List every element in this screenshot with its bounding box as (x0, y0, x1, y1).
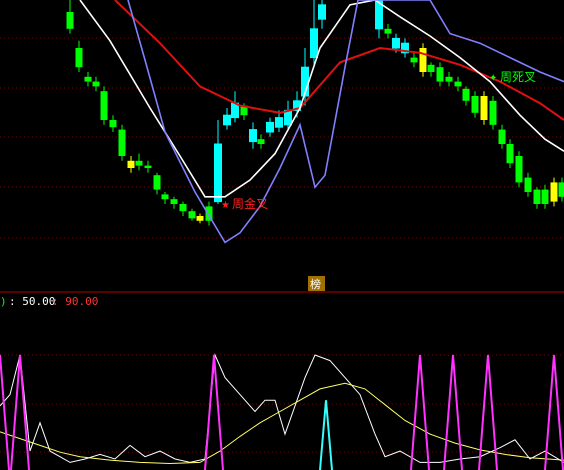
candle-body (462, 88, 470, 101)
candle-42[interactable] (480, 91, 488, 125)
chart-background (0, 0, 564, 470)
stock-chart: 周金叉 ★ 周死叉 ✦ 榜 ) : 50.00 : 90.00 (0, 0, 564, 470)
candle-43[interactable] (489, 96, 497, 130)
candle-body (550, 182, 558, 202)
candle-body (135, 160, 143, 166)
candle-body (318, 4, 326, 20)
candle-body (419, 48, 427, 72)
candle-body (66, 12, 74, 29)
candle-body (92, 81, 100, 87)
candle-body (109, 120, 117, 128)
candle-body (257, 139, 265, 144)
candle-35[interactable] (419, 43, 427, 77)
candle-body (188, 211, 196, 219)
candle-4[interactable] (100, 86, 108, 125)
death-cross-marker: ✦ (489, 73, 497, 84)
candle-body (506, 144, 514, 164)
candle-body (454, 81, 462, 87)
candle-body (144, 165, 152, 168)
candle-body (84, 76, 92, 82)
candle-body (436, 67, 444, 82)
candle-body (392, 37, 400, 49)
candle-body (179, 204, 187, 212)
candle-body (100, 91, 108, 120)
candle-6[interactable] (118, 124, 126, 161)
candle-body (127, 160, 135, 168)
candle-body (427, 64, 435, 72)
candle-body (249, 129, 257, 143)
death-cross-label: 周死叉 (500, 70, 536, 84)
candle-body (489, 100, 497, 125)
candle-body (533, 189, 541, 204)
candle-body (310, 28, 318, 59)
candle-body (515, 156, 523, 183)
golden-cross-label: 周金叉 (232, 196, 268, 211)
candle-body (498, 129, 506, 144)
candle-body (275, 117, 283, 128)
candle-body (196, 216, 204, 221)
candle-body (153, 175, 161, 190)
divider-badge[interactable]: 榜 (310, 277, 321, 291)
candle-46[interactable] (515, 151, 523, 188)
candle-body (161, 194, 169, 200)
candle-body (410, 57, 418, 63)
candle-body (214, 143, 222, 203)
candle-body (445, 76, 453, 82)
candle-body (284, 109, 292, 126)
candle-body (471, 96, 479, 113)
candle-body (524, 177, 532, 192)
indicator-value-a: : 50.00 (9, 295, 55, 308)
candle-body (75, 48, 83, 68)
indicator-value-b: : 90.00 (52, 295, 98, 308)
candle-body (223, 114, 231, 126)
candle-body (384, 28, 392, 34)
candle-body (541, 189, 549, 204)
indicator-prefix: ) (0, 295, 7, 308)
golden-cross-marker: ★ (221, 200, 230, 211)
candle-body (480, 96, 488, 120)
candle-body (266, 121, 274, 133)
candle-body (118, 129, 126, 156)
candle-body (170, 199, 178, 204)
candle-body (558, 182, 564, 197)
